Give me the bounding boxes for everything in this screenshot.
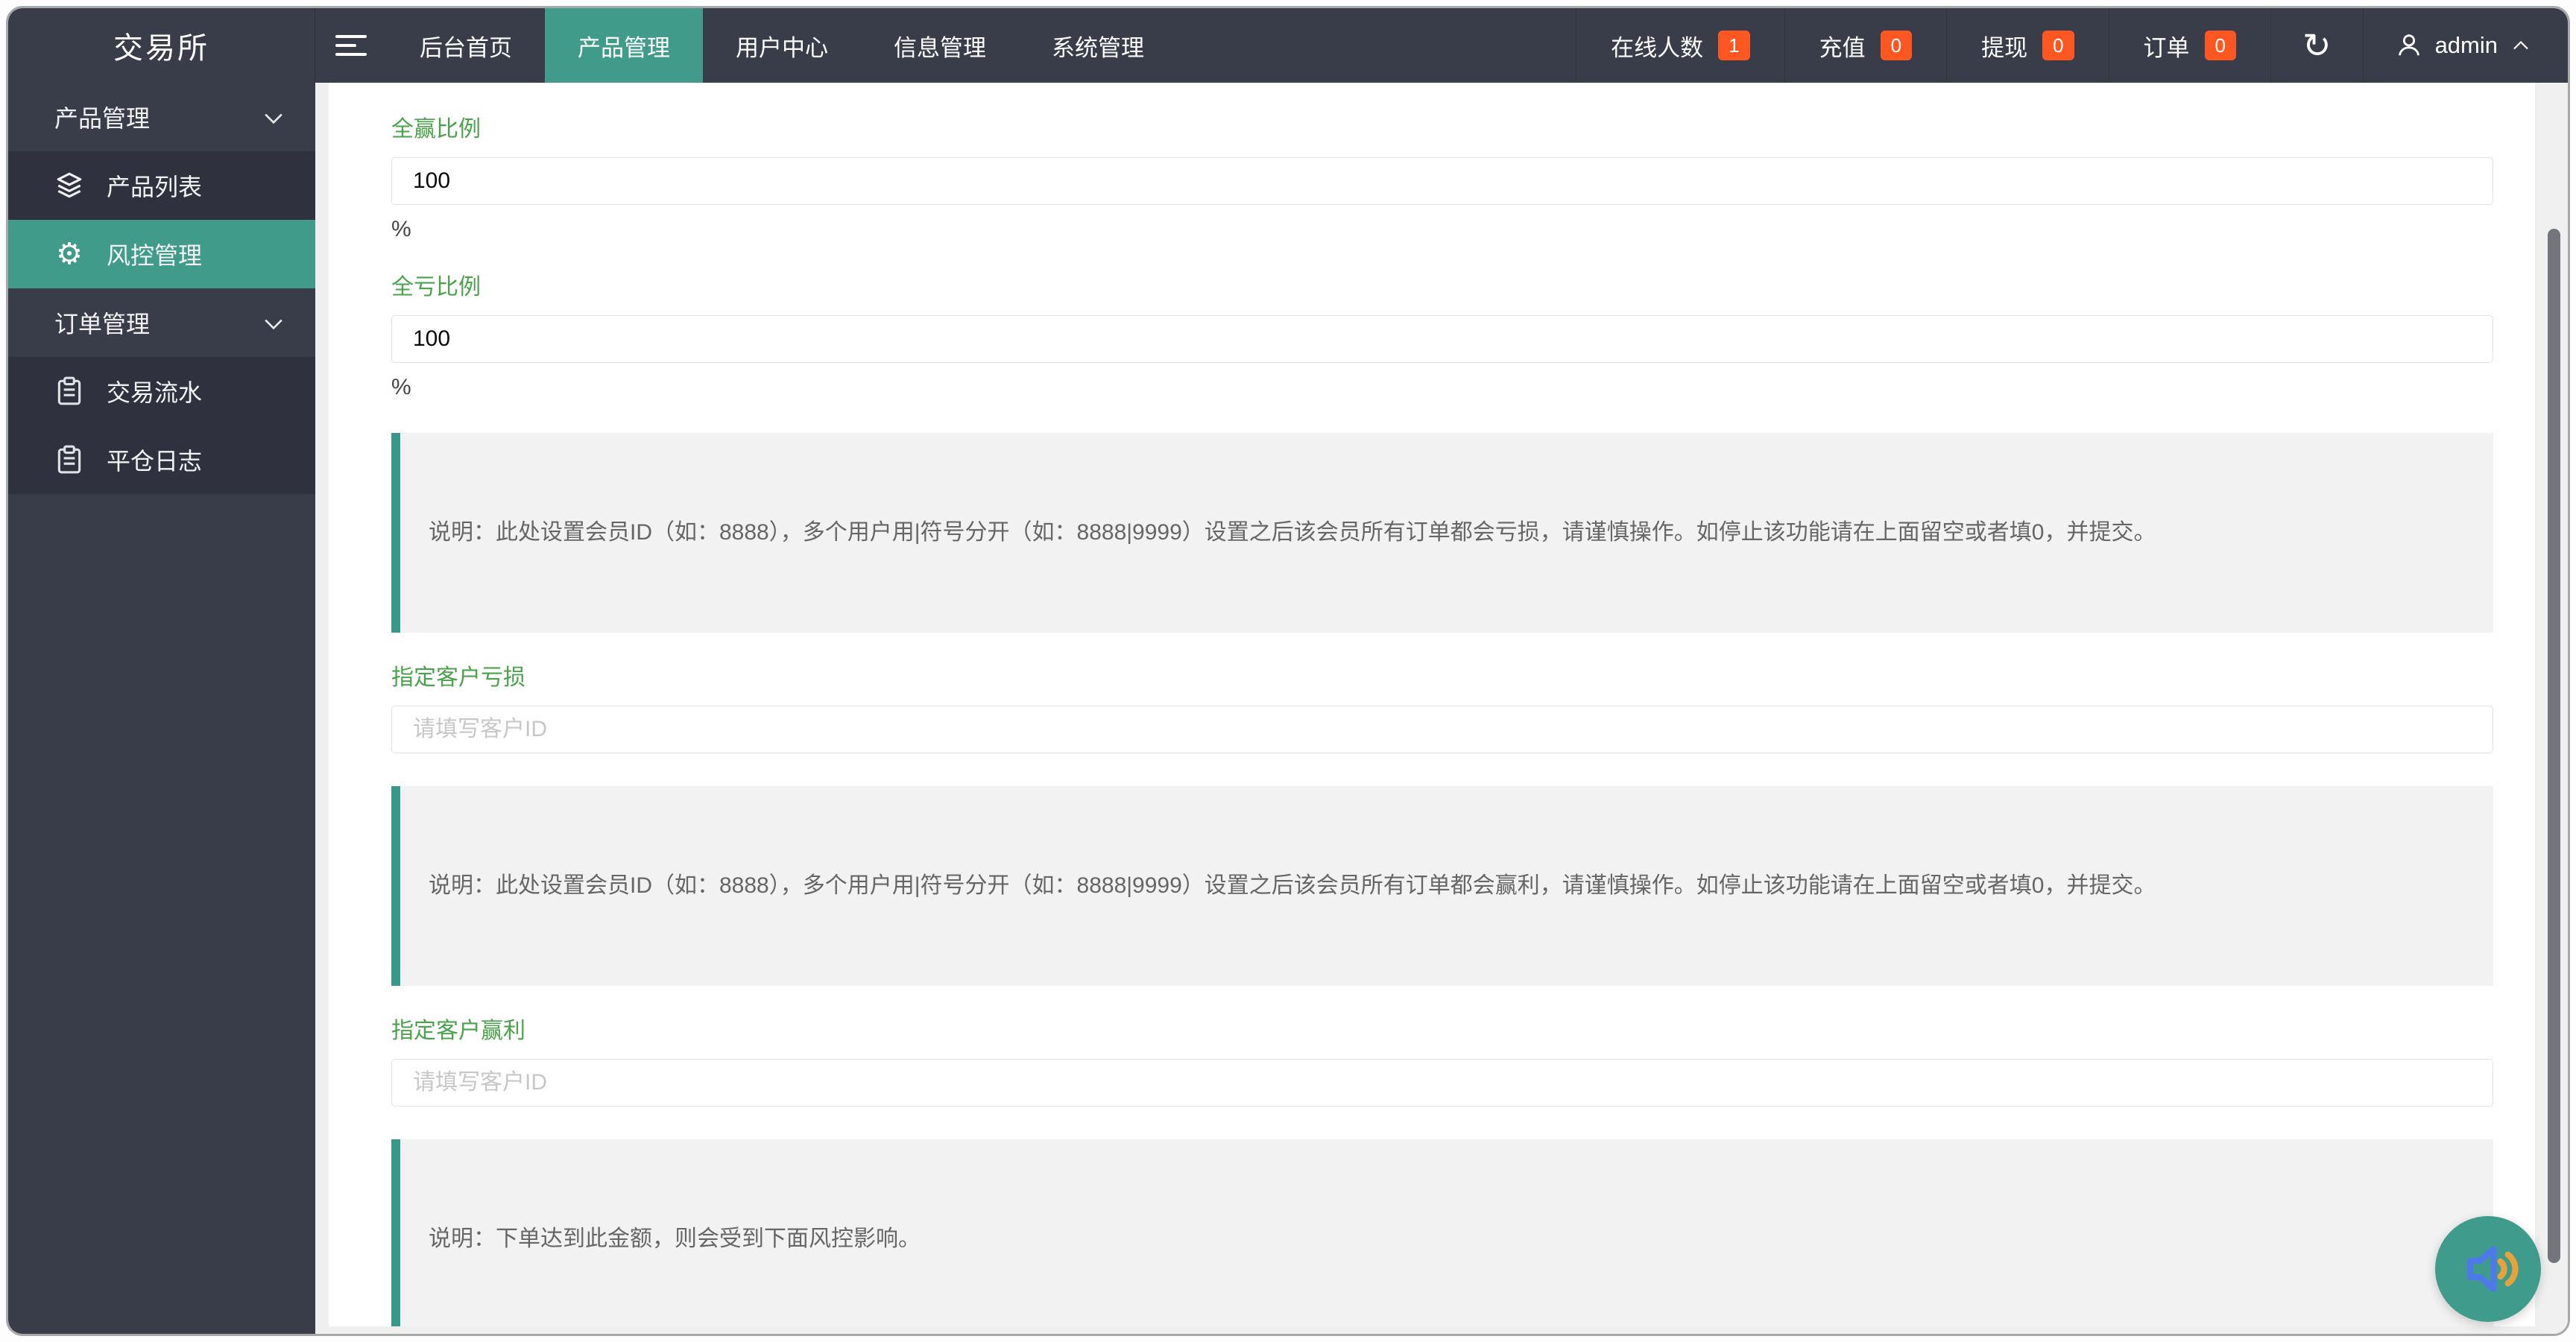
clipboard-icon [53, 376, 86, 407]
field-label: 全亏比例 [391, 275, 481, 300]
sound-toggle-button[interactable] [2435, 1216, 2541, 1322]
main-menu: 后台首页 产品管理 用户中心 信息管理 系统管理 [387, 8, 1177, 83]
field-group-designated-client-loss: 指定客户亏损 [391, 665, 2535, 753]
note-line: 说明：此处设置会员ID（如：8888），多个用户用|符号分开（如：8888|99… [429, 520, 2156, 545]
nav-item-label: 系统管理 [1052, 34, 1144, 61]
app-window: 交易所 后台首页 产品管理 用户中心 信息管理 系统管理 在线人数 1 充值 0… [6, 6, 2570, 1336]
risk-settings-form-card: 全赢比例 % 全亏比例 % 说明：此处设置会员ID（如：8888），多个用户用|… [329, 83, 2535, 1326]
stat-label: 在线人数 [1611, 34, 1704, 61]
chevron-up-icon [2513, 40, 2528, 50]
clipboard-icon [53, 444, 86, 475]
sidebar-item-close-position-log[interactable]: 平仓日志 [8, 425, 315, 494]
vertical-scrollbar[interactable] [2539, 83, 2568, 1334]
sidebar-item-trade-flow[interactable]: 交易流水 [8, 357, 315, 425]
top-navbar: 交易所 后台首页 产品管理 用户中心 信息管理 系统管理 在线人数 1 充值 0… [8, 8, 2568, 83]
navbar-right: 在线人数 1 充值 0 提现 0 订单 0 ↻ admin [1576, 8, 2568, 83]
sidebar-group-label: 订单管理 [54, 311, 151, 338]
nav-item-label: 用户中心 [736, 34, 828, 61]
refresh-button[interactable]: ↻ [2270, 8, 2363, 83]
note-line: 说明：下单达到此金额，则会受到下面风控影响。 [429, 1227, 921, 1251]
sidebar: 产品管理 产品列表 ⚙ 风控管理 订单管理 交易流水 平仓日志 [8, 83, 315, 1334]
nav-item-label: 信息管理 [894, 34, 986, 61]
username: admin [2434, 32, 2498, 58]
gear-icon: ⚙ [56, 238, 83, 270]
order-count-badge: 0 [2204, 31, 2237, 60]
unit-hint: % [391, 375, 411, 399]
nav-item-dashboard[interactable]: 后台首页 [387, 8, 545, 83]
stat-label: 提现 [1981, 34, 2028, 61]
online-count-badge: 1 [1718, 31, 1750, 60]
field-label: 指定客户赢利 [391, 1019, 525, 1043]
nav-item-info-management[interactable]: 信息管理 [861, 8, 1019, 83]
field-label: 指定客户亏损 [391, 665, 525, 690]
sidebar-item-label: 风控管理 [107, 242, 203, 269]
stat-deposits[interactable]: 充值 0 [1784, 8, 1946, 83]
sidebar-group-label: 产品管理 [54, 105, 151, 132]
nav-item-user-center[interactable]: 用户中心 [703, 8, 861, 83]
all-win-ratio-input[interactable] [391, 157, 2493, 205]
risk-settings-form: 全赢比例 % 全亏比例 % 说明：此处设置会员ID（如：8888），多个用户用|… [329, 83, 2535, 1326]
field-group-all-lose-ratio: 全亏比例 % [391, 275, 2535, 400]
designated-client-win-input[interactable] [391, 1059, 2493, 1107]
stat-online-users[interactable]: 在线人数 1 [1576, 8, 1784, 83]
field-group-designated-client-win: 指定客户赢利 [391, 1019, 2535, 1107]
note-line: 说明：此处设置会员ID（如：8888），多个用户用|符号分开（如：8888|99… [429, 873, 2156, 898]
sidebar-group-product-management[interactable]: 产品管理 [8, 83, 315, 151]
sidebar-item-product-list[interactable]: 产品列表 [8, 151, 315, 220]
chevron-down-icon [265, 113, 282, 124]
unit-hint: % [391, 217, 411, 241]
chevron-down-icon [265, 319, 282, 330]
scrollbar-thumb[interactable] [2548, 229, 2560, 1263]
user-icon [2398, 34, 2419, 56]
nav-item-label: 产品管理 [578, 34, 670, 61]
refresh-icon: ↻ [2302, 26, 2332, 65]
speaker-icon [2466, 1246, 2519, 1292]
sidebar-item-label: 交易流水 [107, 379, 203, 406]
deposit-count-badge: 0 [1880, 31, 1913, 60]
stat-label: 充值 [1819, 34, 1866, 61]
stat-withdrawals[interactable]: 提现 0 [1946, 8, 2108, 83]
field-group-all-win-ratio: 全赢比例 % [391, 117, 2535, 242]
sidebar-toggle-button[interactable] [315, 8, 387, 83]
note-designated-win: 说明：此处设置会员ID（如：8888），多个用户用|符号分开（如：8888|99… [391, 786, 2493, 986]
nav-item-product-management[interactable]: 产品管理 [545, 8, 703, 83]
designated-client-loss-input[interactable] [391, 706, 2493, 753]
user-menu[interactable]: admin [2362, 8, 2568, 83]
nav-item-label: 后台首页 [420, 34, 512, 61]
nav-item-system-management[interactable]: 系统管理 [1019, 8, 1177, 83]
app-logo: 交易所 [8, 8, 315, 83]
sidebar-item-label: 平仓日志 [107, 448, 203, 475]
stat-label: 订单 [2143, 34, 2190, 61]
note-min-risk-threshold: 说明：下单达到此金额，则会受到下面风控影响。 [391, 1139, 2493, 1326]
withdrawal-count-badge: 0 [2042, 31, 2074, 60]
sidebar-item-risk-management[interactable]: ⚙ 风控管理 [8, 220, 315, 288]
sidebar-group-order-management[interactable]: 订单管理 [8, 288, 315, 357]
hamburger-icon [335, 29, 367, 62]
field-label: 全赢比例 [391, 117, 481, 142]
note-designated-loss: 说明：此处设置会员ID（如：8888），多个用户用|符号分开（如：8888|99… [391, 433, 2493, 633]
layers-icon [53, 170, 86, 201]
sidebar-item-label: 产品列表 [107, 174, 203, 200]
stat-orders[interactable]: 订单 0 [2108, 8, 2270, 83]
all-lose-ratio-input[interactable] [391, 315, 2493, 363]
main-content: 全赢比例 % 全亏比例 % 说明：此处设置会员ID（如：8888），多个用户用|… [315, 83, 2568, 1334]
